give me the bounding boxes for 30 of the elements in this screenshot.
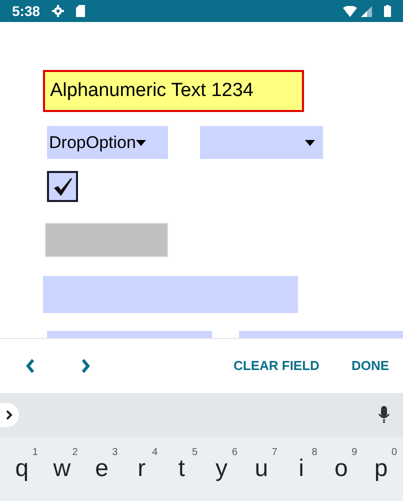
keyboard-key[interactable]: p 0 — [361, 445, 402, 495]
text-field[interactable]: Alphanumeric Text 1234 — [43, 70, 304, 112]
dropdown[interactable]: DropOption — [47, 126, 168, 159]
expand-button[interactable] — [0, 403, 19, 427]
battery-icon — [384, 5, 391, 17]
signal-icon — [361, 6, 372, 16]
keyboard-key[interactable]: u 7 — [241, 445, 282, 495]
gear-icon — [52, 5, 64, 17]
status-time: 5:38 — [12, 2, 40, 20]
keyboard-key[interactable]: w 2 — [42, 445, 82, 495]
check-icon — [52, 178, 72, 196]
keyboard-key[interactable]: r 4 — [122, 445, 162, 495]
chevron-left-icon — [25, 358, 35, 374]
keyboard-key[interactable]: e 3 — [82, 445, 122, 495]
checkbox[interactable] — [47, 171, 78, 202]
microphone-icon[interactable] — [378, 406, 390, 424]
sd-card-icon — [76, 5, 86, 17]
keyboard-key[interactable]: y 6 — [202, 445, 242, 495]
input-field[interactable] — [43, 276, 298, 313]
wifi-icon — [343, 6, 357, 16]
caret-icon — [305, 140, 315, 146]
done-button[interactable]: DONE — [351, 356, 389, 376]
keyboard-key[interactable]: i 8 — [281, 445, 322, 495]
caret-icon — [136, 140, 146, 146]
keyboard-key[interactable]: q 1 — [2, 445, 42, 495]
clear-field-button[interactable]: CLEAR FIELD — [233, 356, 320, 376]
chevron-right-icon — [6, 410, 13, 420]
keyboard-key[interactable]: t 5 — [162, 445, 202, 495]
chevron-right-icon — [81, 358, 91, 374]
keyboard-key[interactable]: o 9 — [321, 445, 362, 495]
